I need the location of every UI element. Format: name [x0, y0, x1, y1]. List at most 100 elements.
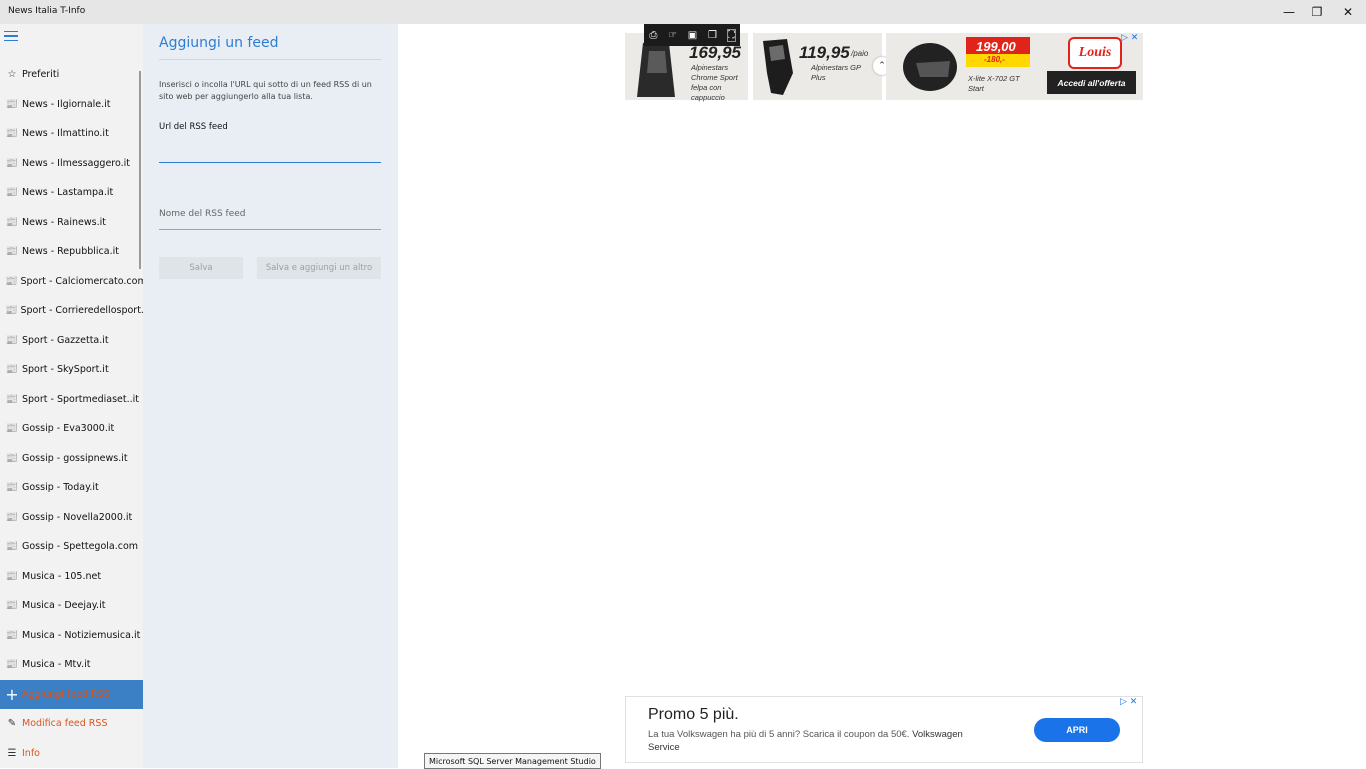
- sidebar-item[interactable]: 📰 Sport - Gazzetta.it: [0, 326, 143, 355]
- sidebar-item[interactable]: 📰 News - Ilmessaggero.it: [0, 149, 143, 178]
- url-input[interactable]: [159, 144, 381, 163]
- feed-name-placeholder: Nome del RSS feed: [159, 209, 246, 219]
- ad-product-helmet[interactable]: 199,00 -180,- X-lite X-702 GT Start Loui…: [886, 33, 1143, 100]
- sidebar-item[interactable]: 📰 Gossip - Today.it: [0, 473, 143, 502]
- ad-price-2-unit: /paio: [851, 49, 869, 58]
- ad-product-gloves[interactable]: 119,95 /paio Alpinestars GP Plus: [753, 33, 882, 100]
- helmet-image: [903, 43, 957, 91]
- sidebar-item[interactable]: 📰 News - Ilmattino.it: [0, 119, 143, 148]
- save-and-add-button[interactable]: Salva e aggiungi un altro: [257, 257, 381, 279]
- info-list-icon: ☰: [7, 747, 17, 759]
- sidebar-item-label: News - Repubblica.it: [22, 246, 119, 257]
- sidebar-item[interactable]: ☆ Preferiti: [0, 60, 143, 89]
- sidebar-item[interactable]: 📰 News - Repubblica.it: [0, 237, 143, 266]
- snip-rectangle-icon[interactable]: ▣: [688, 30, 697, 41]
- sidebar-item[interactable]: 📰 Sport - Calciomercato.com: [0, 267, 147, 296]
- star-icon: ☆: [7, 69, 17, 80]
- sidebar-item[interactable]: + Aggiungi feed RSS: [0, 679, 143, 709]
- ad-price-3: 199,00: [976, 39, 1016, 54]
- snip-fullscreen-icon[interactable]: ⛶: [726, 28, 736, 42]
- sidebar-item-label: Sport - SkySport.it: [22, 364, 109, 375]
- sidebar-item-label: Sport - Corrieredellosport.it: [20, 305, 151, 316]
- brand-name: Louis: [1078, 45, 1112, 60]
- sidebar-item[interactable]: ☰ Info: [0, 739, 143, 768]
- title-bar: News Italia T-Info — ❐ ✕: [0, 0, 1366, 24]
- sidebar-item[interactable]: 📰 News - Rainews.it: [0, 208, 143, 237]
- ad-product-1: Alpinestars Chrome Sport felpa con cappu…: [691, 63, 738, 102]
- news-icon: 📰: [5, 570, 19, 582]
- sidebar-item-label: Gossip - Today.it: [22, 482, 99, 493]
- sidebar-item-label: Modifica feed RSS: [22, 718, 108, 729]
- sidebar-item[interactable]: 📰 Musica - 105.net: [0, 562, 143, 591]
- news-icon: 📰: [5, 629, 19, 641]
- hamburger-menu-icon[interactable]: [4, 31, 18, 42]
- snip-pointer-icon[interactable]: ☞: [668, 30, 677, 41]
- sidebar-item[interactable]: 📰 Sport - Corrieredellosport.it: [0, 296, 150, 325]
- sidebar-item-label: News - Ilmessaggero.it: [22, 157, 131, 169]
- sidebar-item[interactable]: 📰 Gossip - Spettegola.com: [0, 532, 143, 561]
- news-icon: 📰: [5, 393, 19, 405]
- news-icon: 📰: [5, 452, 19, 464]
- news-icon: 📰: [5, 482, 19, 493]
- snip-window-icon[interactable]: ❒: [708, 30, 717, 41]
- sidebar-item[interactable]: 📰 Sport - SkySport.it: [0, 355, 143, 384]
- ad-cta-button[interactable]: Accedi all'offerta: [1047, 71, 1136, 94]
- news-icon: 📰: [5, 128, 19, 139]
- sidebar-item[interactable]: 📰 News - Ilgiornale.it: [0, 90, 143, 119]
- sidebar-item-label: Sport - Gazzetta.it: [22, 334, 109, 346]
- panel-title: Aggiungi un feed: [159, 35, 279, 51]
- divider: [159, 59, 381, 60]
- sidebar-item[interactable]: 📰 News - Lastampa.it: [0, 178, 143, 207]
- ad-price-2: 119,95: [799, 43, 850, 62]
- ad-price-1: 169,95: [689, 43, 741, 62]
- news-icon: 📰: [5, 246, 19, 257]
- pencil-icon: ✎: [7, 718, 17, 729]
- news-icon: 📰: [5, 216, 19, 228]
- close-button[interactable]: ✕: [1329, 0, 1366, 24]
- sidebar-item[interactable]: 📰 Gossip - Novella2000.it: [0, 503, 143, 532]
- sidebar-item[interactable]: 📰 Musica - Deejay.it: [0, 591, 143, 620]
- sidebar-item-label: Gossip - Eva3000.it: [22, 423, 115, 434]
- sidebar-item-label: Sport - Sportmediaset..it: [22, 393, 139, 405]
- news-icon: 📰: [5, 98, 19, 110]
- sidebar-item-label: Info: [22, 747, 40, 759]
- ad-product-2: Alpinestars GP Plus: [811, 63, 861, 82]
- sidebar-item[interactable]: ✎ Modifica feed RSS: [0, 709, 143, 738]
- discount-strip: -180,-: [966, 54, 1030, 67]
- sidebar-item-label: Gossip - Novella2000.it: [22, 511, 133, 523]
- sidebar-item[interactable]: 📰 Musica - Notiziemusica.it: [0, 621, 143, 650]
- open-ad-button[interactable]: APRI: [1034, 718, 1120, 742]
- url-field-label: Url del RSS feed: [159, 122, 228, 132]
- sidebar-item-label: Musica - 105.net: [22, 570, 102, 582]
- adchoices-icon[interactable]: ▷ ✕: [1120, 697, 1137, 707]
- adchoices-icon[interactable]: ▷ ✕: [1121, 33, 1138, 43]
- sidebar-item[interactable]: 📰 Gossip - gossipnews.it: [0, 444, 143, 473]
- window-title: News Italia T-Info: [8, 6, 86, 16]
- sidebar-item-label: Sport - Calciomercato.com: [20, 275, 147, 287]
- sidebar-item[interactable]: 📰 Gossip - Eva3000.it: [0, 414, 143, 443]
- sidebar-item[interactable]: 📰 Musica - Mtv.it: [0, 650, 143, 679]
- sidebar-item-label: Aggiungi feed RSS: [22, 688, 110, 700]
- feed-name-input[interactable]: Nome del RSS feed: [159, 207, 381, 230]
- taskbar-tooltip: Microsoft SQL Server Management Studio: [424, 753, 601, 769]
- news-icon: 📰: [5, 659, 19, 670]
- add-feed-panel: Aggiungi un feed Inserisci o incolla l'U…: [143, 24, 398, 768]
- bottom-banner-ad[interactable]: Promo 5 più. La tua Volkswagen ha più di…: [625, 696, 1143, 763]
- news-icon: 📰: [5, 511, 19, 523]
- news-icon: 📰: [5, 364, 19, 375]
- ad-discount-3: -180,-: [984, 55, 1005, 64]
- sidebar-item-label: News - Rainews.it: [22, 216, 106, 228]
- sidebar-item-label: Musica - Mtv.it: [22, 659, 91, 670]
- sidebar-item-label: Musica - Notiziemusica.it: [22, 629, 141, 641]
- sidebar-item[interactable]: 📰 Sport - Sportmediaset..it: [0, 385, 143, 414]
- news-icon: 📰: [5, 334, 19, 346]
- sidebar-item-label: Gossip - gossipnews.it: [22, 452, 128, 464]
- snip-freeform-icon[interactable]: ⎙: [649, 30, 657, 41]
- ad-body: La tua Volkswagen ha più di 5 anni? Scar…: [648, 728, 988, 754]
- ad-product-3: X-lite X-702 GT Start: [968, 74, 1020, 93]
- news-icon: 📰: [5, 541, 19, 552]
- sidebar-item-label: Preferiti: [22, 69, 60, 80]
- louis-logo: Louis: [1068, 37, 1122, 69]
- save-button[interactable]: Salva: [159, 257, 243, 279]
- news-icon: 📰: [5, 275, 18, 287]
